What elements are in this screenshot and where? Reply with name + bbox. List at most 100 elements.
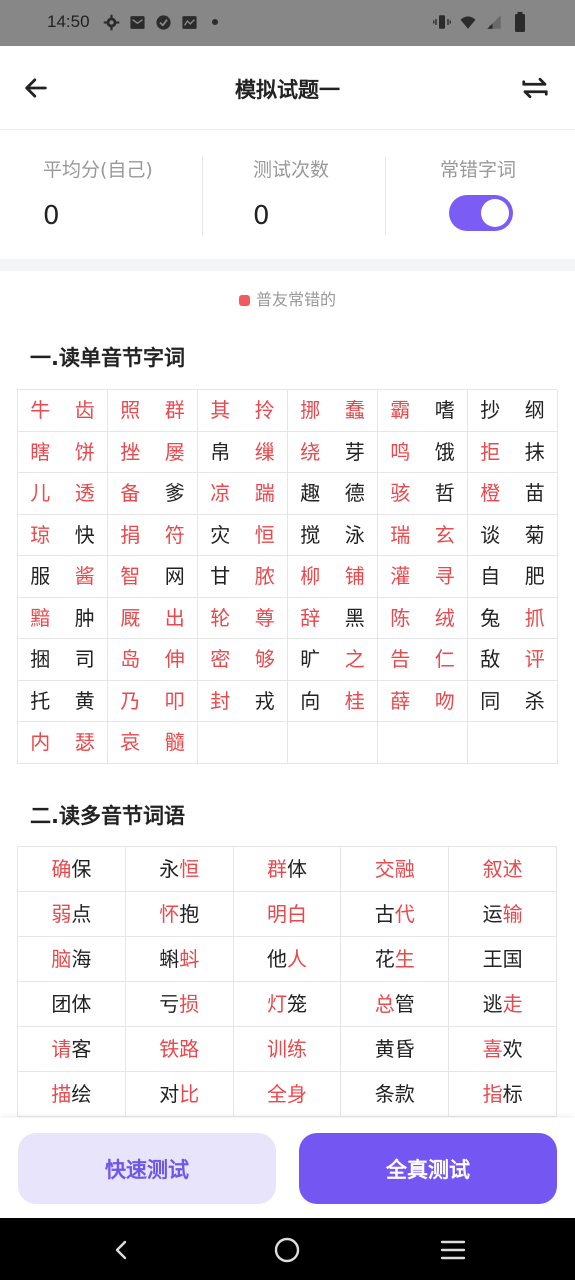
word-segment: 损 [179, 992, 200, 1016]
grid-cell: 密够 [198, 639, 288, 681]
character: 内 [30, 730, 51, 754]
nav-home-button[interactable] [271, 1234, 303, 1266]
word-cell: 铁路 [125, 1027, 234, 1072]
nav-menu-button[interactable] [437, 1234, 469, 1266]
grid-cell [468, 722, 558, 764]
character [378, 722, 423, 763]
grid-cell: 鸣饿 [378, 431, 468, 473]
word-segment: 标 [502, 1082, 523, 1106]
grid-cell: 陈绒 [378, 597, 468, 639]
grid-row: 脑海 蝌蚪 他人 花生 王国 [18, 937, 557, 982]
grid-cell: 瞎饼 [18, 431, 108, 473]
switch-button[interactable] [517, 70, 553, 106]
word-cell: 团体 [18, 982, 126, 1027]
grid-row: 请客 铁路 训练 黄昏 喜欢 [18, 1027, 557, 1072]
character: 哀 [120, 730, 141, 754]
character: 寻 [434, 564, 455, 588]
mistakes-toggle[interactable] [449, 195, 513, 231]
nav-back-button[interactable] [106, 1234, 138, 1266]
character: 德 [344, 481, 365, 505]
word-cell: 叙述 [449, 847, 557, 892]
character [198, 722, 243, 763]
character: 肿 [74, 605, 95, 630]
character: 橙 [480, 481, 501, 505]
word-segment: 亏 [159, 992, 180, 1016]
character: 抄 [480, 398, 501, 422]
grid-cell: 捐符 [108, 514, 198, 556]
character: 凉 [210, 481, 231, 505]
grid-cell: 服酱 [18, 556, 108, 598]
character: 屡 [164, 439, 185, 464]
character [288, 722, 333, 763]
grid-cell: 琼快 [18, 514, 108, 556]
word-cell: 花生 [341, 937, 450, 982]
character: 捆 [30, 647, 51, 671]
word-segment: 总 [374, 992, 395, 1016]
section2-title: 二.读多音节词语 [30, 804, 185, 828]
toggle-knob [481, 199, 509, 227]
word-cell: 永恒 [125, 847, 234, 892]
character: 脓 [254, 564, 275, 588]
word-cell: 确保 [18, 847, 126, 892]
character: 群 [164, 398, 185, 422]
word-segment: 生 [394, 947, 415, 971]
word-segment: 逃 [482, 992, 503, 1016]
word-cell: 弱点 [18, 892, 126, 937]
grid-row: 捆司岛伸密够旷之告仁敌评 [18, 639, 558, 681]
character: 儿 [30, 481, 51, 505]
word-segment: 花 [374, 947, 395, 971]
word-segment: 客 [71, 1037, 92, 1061]
page-title: 模拟试题一 [235, 78, 340, 102]
grid-cell: 柳铺 [288, 556, 378, 598]
grid-row: 团体 亏损 灯笼 总管 逃走 [18, 982, 557, 1027]
character: 趣 [300, 481, 321, 505]
character: 尊 [254, 605, 275, 630]
grid-cell: 拒抹 [468, 431, 558, 473]
character: 密 [210, 647, 231, 671]
word-segment: 对 [159, 1082, 180, 1106]
character: 其 [210, 398, 231, 422]
word-segment: 欢 [502, 1037, 523, 1061]
grid-cell: 挪蠢 [288, 390, 378, 432]
character: 帛 [210, 439, 231, 464]
character: 绒 [434, 605, 455, 630]
word-cell: 训练 [233, 1027, 342, 1072]
grid-cell: 旷之 [288, 639, 378, 681]
word-segment: 群 [266, 857, 287, 881]
character: 酱 [74, 564, 95, 588]
character: 谈 [480, 522, 501, 547]
word-segment: 永 [159, 857, 180, 881]
character: 饼 [74, 439, 95, 464]
grid-cell: 哀髓 [108, 722, 198, 764]
word-segment: 团体 [51, 992, 92, 1016]
character: 甘 [210, 564, 231, 588]
bottom-action-bar: 快速测试 全真测试 [0, 1118, 575, 1218]
grid-cell: 告仁 [378, 639, 468, 681]
word-cell: 逃走 [449, 982, 557, 1027]
grid-cell: 乃叩 [108, 680, 198, 722]
stat-mistakes-label: 常错字词 [440, 159, 517, 181]
character: 捐 [120, 522, 141, 547]
grid-cell: 橙苗 [468, 473, 558, 515]
character: 托 [30, 688, 51, 713]
character [468, 722, 513, 763]
grid-cell: 托黄 [18, 680, 108, 722]
stat-count-label: 测试次数 [253, 159, 330, 181]
character: 蠢 [344, 398, 365, 422]
grid-cell: 轮尊 [198, 597, 288, 639]
grid-row: 瞎饼挫屡帛缫绕芽鸣饿拒抹 [18, 431, 558, 473]
nav-back-icon [115, 1240, 127, 1260]
character: 服 [30, 564, 51, 588]
grid-cell: 岛伸 [108, 639, 198, 681]
character: 网 [164, 564, 185, 588]
full-test-button[interactable]: 全真测试 [299, 1133, 557, 1204]
quick-test-button[interactable]: 快速测试 [18, 1133, 276, 1204]
word-segment: 交融 [374, 857, 415, 881]
grid-cell: 抄纲 [468, 390, 558, 432]
grid-cell: 灌寻 [378, 556, 468, 598]
grid-row: 弱点 怀抱 明白 古代 运输 [18, 892, 557, 937]
character: 备 [120, 481, 141, 505]
status-icons-left [102, 13, 224, 31]
character: 抹 [524, 439, 545, 464]
stat-count-value: 0 [253, 201, 270, 231]
